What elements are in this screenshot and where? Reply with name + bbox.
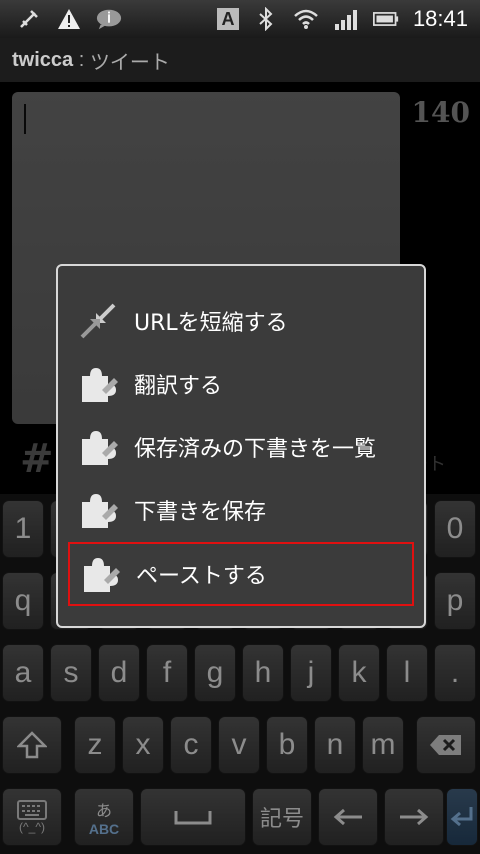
title-separator: : [73, 48, 90, 71]
plugin-icon [76, 488, 120, 532]
wifi-icon [293, 6, 319, 32]
warning-icon [56, 6, 82, 32]
plugin-icon [78, 552, 122, 596]
title-bar: twicca : ツイート [0, 38, 480, 82]
menu-item-list-drafts[interactable]: 保存済みの下書きを一覧 [68, 418, 414, 476]
menu-label: ペーストする [136, 564, 267, 589]
signal-icon [333, 6, 359, 32]
menu-label: 下書きを保存 [134, 500, 267, 525]
plugin-menu-dialog: URLを短縮する 翻訳する 保存済みの下書きを一覧 下書きを保存 ペーストする [56, 264, 426, 628]
status-bar: A 18:41 [0, 0, 480, 38]
app-name: twicca [12, 48, 74, 71]
shorten-url-icon [76, 299, 120, 343]
plugin-icon [76, 362, 120, 406]
usb-debug-icon [16, 6, 42, 32]
bluetooth-icon [253, 6, 279, 32]
ime-badge: A [216, 8, 239, 30]
battery-icon [372, 6, 399, 32]
menu-item-save-draft[interactable]: 下書きを保存 [68, 481, 414, 539]
menu-item-shorten-url[interactable]: URLを短縮する [68, 292, 414, 350]
screen-title: ツイート [89, 51, 170, 74]
menu-label: URLを短縮する [134, 311, 288, 336]
notification-i-icon [96, 6, 122, 32]
menu-label: 翻訳する [134, 374, 223, 399]
menu-label: 保存済みの下書きを一覧 [134, 437, 377, 462]
menu-item-paste[interactable]: ペーストする [68, 542, 414, 606]
status-clock: 18:41 [412, 6, 468, 31]
menu-item-translate[interactable]: 翻訳する [68, 355, 414, 413]
plugin-icon [76, 425, 120, 469]
